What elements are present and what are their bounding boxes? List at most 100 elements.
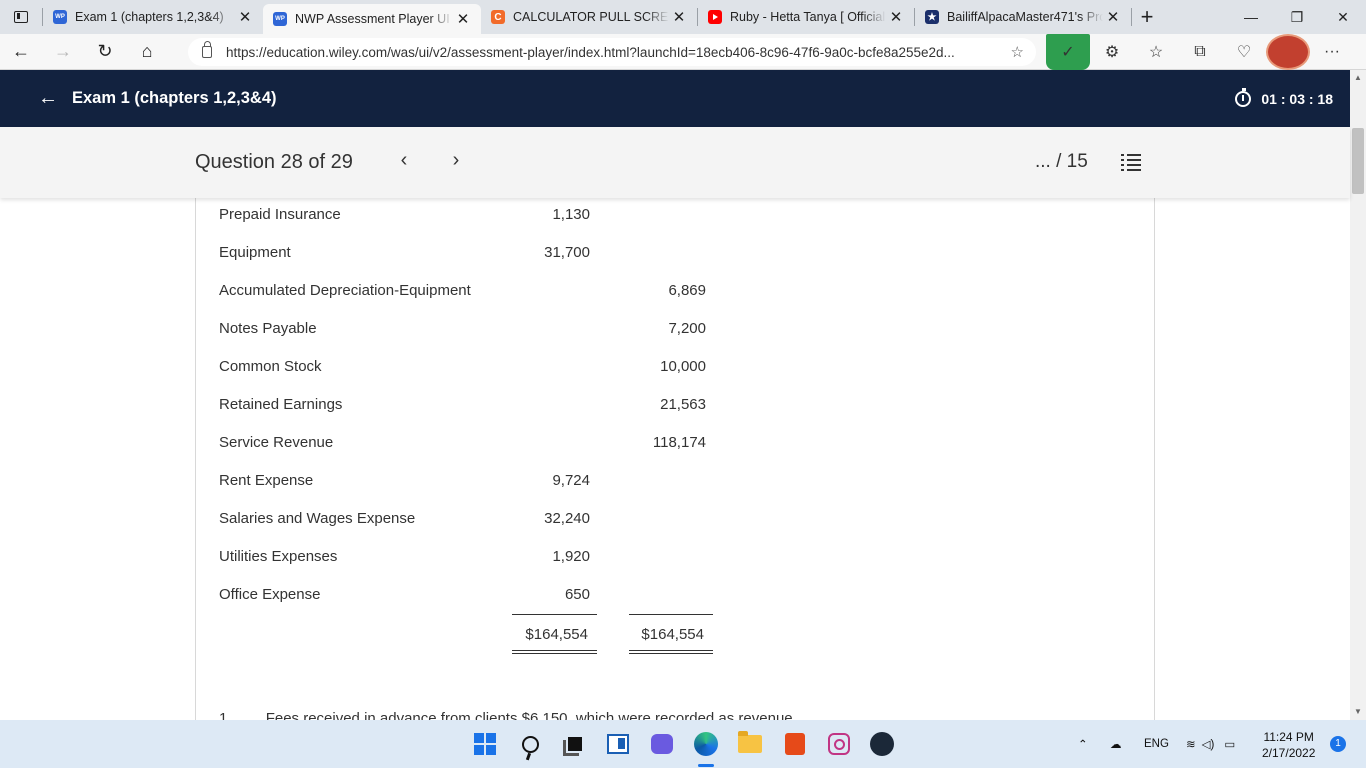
extension-icons: ✓ ⚙ ☆ ⧉ ♡ ···: [1046, 34, 1354, 70]
tab-exam1[interactable]: WP Exam 1 (chapters 1,2,3&4) ✕: [43, 0, 263, 34]
youtube-icon: [708, 10, 722, 24]
table-row: Rent Expense 9,724: [196, 464, 1154, 502]
tab-calculator[interactable]: C CALCULATOR PULL SCREEN F ✕: [481, 0, 697, 34]
tray-overflow-button[interactable]: ⌃: [1078, 720, 1088, 768]
debit-value: 1,130: [552, 206, 590, 223]
office-button[interactable]: [783, 732, 807, 756]
debit-value: 650: [564, 586, 590, 603]
total-debit: $164,554: [525, 626, 588, 643]
account-name: Office Expense: [219, 586, 321, 603]
credit-value: 6,869: [668, 282, 706, 299]
system-clock[interactable]: 11:24 PM 2/17/2022: [1262, 729, 1315, 761]
start-button[interactable]: [473, 732, 497, 756]
tab-youtube-ruby[interactable]: Ruby - Hetta Tanya [ Official L ✕: [698, 0, 914, 34]
account-name: Common Stock: [219, 358, 322, 375]
previous-question-button[interactable]: ‹: [394, 149, 414, 172]
extensions-button[interactable]: ⚙: [1090, 34, 1134, 70]
windows-logo-icon: [474, 733, 496, 755]
notification-badge[interactable]: 1: [1330, 736, 1346, 752]
tab-close-icon[interactable]: ✕: [886, 8, 906, 26]
widgets-icon: [607, 734, 629, 754]
browser-tab-strip: WP Exam 1 (chapters 1,2,3&4) ✕ WP NWP As…: [0, 0, 1366, 34]
language-text: ENG: [1144, 738, 1169, 750]
table-row: Utilities Expenses 1,920: [196, 540, 1154, 578]
back-arrow-icon[interactable]: ←: [38, 87, 58, 110]
calculator-favicon-icon: C: [491, 10, 505, 24]
clock-date: 2/17/2022: [1262, 746, 1316, 760]
table-row: Retained Earnings 21,563: [196, 388, 1154, 426]
account-name: Salaries and Wages Expense: [219, 510, 416, 527]
chat-button[interactable]: [650, 732, 674, 756]
chat-icon: [651, 734, 673, 754]
wp-favicon-icon: WP: [273, 12, 287, 26]
back-button[interactable]: ←: [0, 34, 42, 70]
table-row: Service Revenue 118,174: [196, 426, 1154, 464]
debit-value: 9,724: [552, 472, 590, 489]
onedrive-button[interactable]: ☁: [1110, 720, 1122, 768]
new-tab-button[interactable]: +: [1132, 0, 1162, 34]
close-window-button[interactable]: ✕: [1320, 0, 1366, 34]
tab-close-icon[interactable]: ✕: [669, 8, 689, 26]
adblock-shield-button[interactable]: ✓: [1046, 34, 1090, 70]
search-button[interactable]: [518, 732, 542, 756]
avatar: [1266, 34, 1310, 70]
favorites-button[interactable]: ☆: [1134, 34, 1178, 70]
table-row: Salaries and Wages Expense 32,240: [196, 502, 1154, 540]
wp-favicon-icon: WP: [53, 10, 67, 24]
star-icon: ★: [925, 10, 939, 24]
credit-value: 10,000: [660, 358, 706, 375]
address-bar[interactable]: https://education.wiley.com/was/ui/v2/as…: [188, 38, 1036, 66]
steam-button[interactable]: [870, 732, 894, 756]
page-scrollbar[interactable]: ▲ ▼: [1350, 70, 1366, 720]
scroll-up-icon[interactable]: ▲: [1350, 70, 1366, 86]
tab-nwp-assessment[interactable]: WP NWP Assessment Player UI Ap ✕: [263, 4, 481, 34]
account-name: Prepaid Insurance: [219, 206, 341, 223]
instagram-button[interactable]: [827, 732, 851, 756]
table-row: Common Stock 10,000: [196, 350, 1154, 388]
tab-close-icon[interactable]: ✕: [453, 10, 473, 28]
steam-icon: [870, 732, 894, 756]
url-text: https://education.wiley.com/was/ui/v2/as…: [226, 44, 955, 60]
file-explorer-button[interactable]: [738, 731, 762, 756]
scroll-down-icon[interactable]: ▼: [1350, 704, 1366, 720]
network-volume-battery[interactable]: ≋ ◁) ▭: [1186, 720, 1235, 768]
language-indicator[interactable]: ENG: [1144, 720, 1169, 768]
battery-icon: ▭: [1224, 739, 1236, 751]
forward-button[interactable]: →: [42, 34, 84, 70]
refresh-button[interactable]: ↻: [84, 34, 126, 70]
debit-total-double-rule: [512, 650, 597, 654]
stopwatch-icon: [1235, 87, 1252, 107]
credit-total-double-rule: [629, 650, 713, 654]
adjustment-item: 1. Fees received in advance from clients…: [219, 710, 797, 720]
settings-more-button[interactable]: ···: [1310, 34, 1354, 70]
collections-icon: ⧉: [1194, 43, 1206, 60]
profile-button[interactable]: [1266, 34, 1310, 70]
collections-button[interactable]: ⧉: [1178, 34, 1222, 70]
puzzle-icon: ⚙: [1104, 44, 1120, 61]
debit-value: 31,700: [544, 244, 590, 261]
question-list-icon[interactable]: [1121, 153, 1141, 171]
browser-essentials-button[interactable]: ♡: [1222, 34, 1266, 70]
volume-icon: ◁): [1201, 739, 1215, 751]
tab-title: BailiffAlpacaMaster471's Prof: [947, 10, 1103, 24]
question-navigation-bar: Question 28 of 29 ‹ › ... / 15: [0, 127, 1350, 198]
tab-actions-button[interactable]: [0, 0, 42, 34]
task-view-button[interactable]: [563, 732, 587, 756]
edge-icon: [694, 732, 718, 756]
tab-close-icon[interactable]: ✕: [1103, 8, 1123, 26]
restore-button[interactable]: ❐: [1274, 0, 1320, 34]
tab-close-icon[interactable]: ✕: [235, 8, 255, 26]
next-question-button[interactable]: ›: [446, 149, 466, 172]
minimize-button[interactable]: —: [1228, 0, 1274, 34]
widgets-button[interactable]: [606, 732, 630, 756]
tab-profile[interactable]: ★ BailiffAlpacaMaster471's Prof ✕: [915, 0, 1131, 34]
scrollbar-thumb[interactable]: [1352, 128, 1364, 194]
adjustment-text: Fees received in advance from clients $6…: [265, 710, 797, 720]
question-score: ... / 15: [1035, 151, 1088, 172]
favorites-icon: ☆: [1148, 44, 1164, 61]
home-button[interactable]: ⌂: [126, 34, 168, 70]
timer-value: 01 : 03 : 18: [1261, 90, 1333, 107]
add-favorite-icon[interactable]: ☆: [1011, 43, 1024, 61]
cloud-icon: ☁: [1110, 739, 1122, 751]
edge-taskbar-button[interactable]: [694, 732, 718, 756]
